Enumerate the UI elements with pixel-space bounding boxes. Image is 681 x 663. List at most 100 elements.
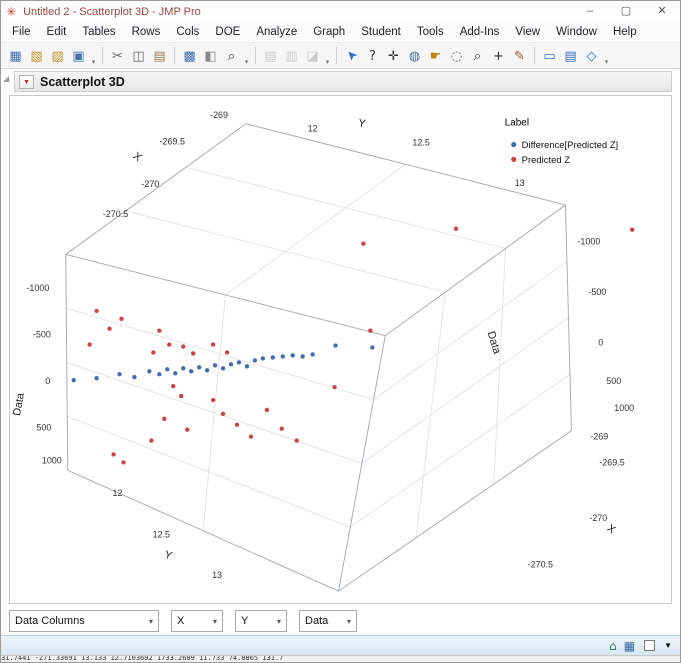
point-difference-predicted-z[interactable] — [370, 345, 375, 350]
point-predicted-z[interactable] — [107, 326, 112, 331]
point-difference-predicted-z[interactable] — [147, 369, 152, 374]
point-predicted-z[interactable] — [220, 411, 226, 417]
point-difference-predicted-z[interactable] — [260, 356, 266, 361]
menu-rows[interactable]: Rows — [124, 24, 169, 40]
point-predicted-z[interactable] — [234, 422, 240, 427]
point-difference-predicted-z[interactable] — [212, 363, 218, 368]
chart-button[interactable]: ◪ — [302, 45, 323, 66]
point-difference-predicted-z[interactable] — [280, 354, 285, 359]
point-predicted-z[interactable] — [279, 426, 284, 431]
window-shape-button[interactable]: ◇ — [581, 45, 602, 66]
window-list-button[interactable]: ▤ — [560, 45, 581, 66]
legend-marker-difference[interactable] — [511, 141, 517, 148]
menu-graph[interactable]: Graph — [305, 24, 353, 40]
lock-button[interactable]: ◧ — [200, 45, 221, 66]
save-button[interactable]: ▣ — [68, 45, 89, 66]
point-predicted-z[interactable] — [119, 316, 124, 321]
lasso-tool-button[interactable]: ◌ — [446, 45, 467, 66]
home-window-button[interactable]: ⌂ — [609, 639, 617, 653]
copy-button[interactable]: ◫ — [128, 45, 149, 66]
scatterplot-3d[interactable]: -269 -269.5 -270 -270.5 X 12 12.5 13 Y -… — [10, 96, 671, 603]
crosshair-tool-button[interactable]: + — [488, 45, 509, 66]
point-predicted-z[interactable] — [453, 226, 459, 231]
menu-analyze[interactable]: Analyze — [248, 24, 305, 40]
paste-special-button[interactable]: ▤ — [260, 45, 281, 66]
point-difference-predicted-z[interactable] — [173, 371, 178, 376]
point-predicted-z[interactable] — [181, 344, 186, 349]
menu-tools[interactable]: Tools — [409, 24, 452, 40]
point-difference-predicted-z[interactable] — [220, 366, 226, 371]
legend-marker-predicted[interactable] — [511, 156, 517, 162]
open-database-button[interactable]: ▨ — [47, 45, 68, 66]
point-predicted-z[interactable] — [162, 416, 167, 421]
point-predicted-z[interactable] — [248, 434, 254, 439]
menu-window[interactable]: Window — [548, 24, 605, 40]
menu-file[interactable]: File — [4, 24, 39, 40]
data-columns-dropdown[interactable]: Data Columns ▾ — [9, 610, 159, 632]
point-predicted-z[interactable] — [111, 452, 116, 457]
point-difference-predicted-z[interactable] — [228, 362, 234, 367]
menu-cols[interactable]: Cols — [168, 24, 207, 40]
point-predicted-z[interactable] — [224, 350, 230, 355]
point-difference-predicted-z[interactable] — [310, 352, 315, 357]
point-predicted-z[interactable] — [167, 342, 172, 347]
menu-help[interactable]: Help — [605, 24, 645, 40]
point-predicted-z[interactable] — [210, 342, 216, 347]
legend-entry-difference[interactable]: Difference[Predicted Z] — [522, 139, 618, 150]
new-data-table-button[interactable]: ▦ — [5, 45, 26, 66]
window-frame-button[interactable]: ▭ — [539, 45, 560, 66]
point-difference-predicted-z[interactable] — [290, 353, 295, 358]
point-predicted-z[interactable] — [149, 438, 154, 443]
data-table-window-button[interactable]: ▦ — [624, 639, 635, 653]
menu-view[interactable]: View — [507, 24, 548, 40]
grabber-tool-button[interactable]: ✛ — [383, 45, 404, 66]
point-difference-predicted-z[interactable] — [188, 369, 194, 374]
toolbar-overflow-chevron-icon[interactable]: ▾ — [602, 58, 611, 68]
point-difference-predicted-z[interactable] — [270, 355, 275, 360]
menu-edit[interactable]: Edit — [39, 24, 75, 40]
menu-add-ins[interactable]: Add-Ins — [452, 24, 508, 40]
point-difference-predicted-z[interactable] — [132, 375, 137, 380]
point-predicted-z[interactable] — [151, 350, 156, 355]
point-difference-predicted-z[interactable] — [94, 376, 99, 381]
annotate-tool-button[interactable]: ✎ — [509, 45, 530, 66]
point-difference-predicted-z[interactable] — [333, 343, 338, 348]
toolbar-overflow-chevron-icon[interactable]: ▾ — [242, 58, 251, 68]
point-difference-predicted-z[interactable] — [252, 358, 258, 363]
point-difference-predicted-z[interactable] — [117, 372, 122, 377]
minimize-button[interactable]: – — [572, 1, 608, 22]
magnifier-tool-button[interactable]: ⌕ — [467, 45, 488, 66]
point-predicted-z[interactable] — [157, 328, 162, 333]
point-predicted-z[interactable] — [264, 407, 270, 413]
open-file-button[interactable]: ▧ — [26, 45, 47, 66]
close-button[interactable]: ✕ — [644, 1, 680, 22]
point-difference-predicted-z[interactable] — [181, 366, 186, 371]
data-dropdown[interactable]: Data ▾ — [299, 610, 357, 632]
point-difference-predicted-z[interactable] — [165, 367, 170, 372]
column-info-button[interactable]: ▥ — [281, 45, 302, 66]
point-predicted-z[interactable] — [361, 241, 366, 246]
point-predicted-z[interactable] — [94, 308, 99, 314]
search-button[interactable]: ⌕ — [221, 45, 242, 66]
journal-button[interactable]: ▩ — [179, 45, 200, 66]
point-predicted-z[interactable] — [294, 438, 299, 443]
point-predicted-z[interactable] — [121, 460, 126, 465]
plot-area[interactable]: -269 -269.5 -270 -270.5 X 12 12.5 13 Y -… — [9, 95, 672, 604]
point-predicted-z[interactable] — [179, 393, 184, 399]
point-predicted-z[interactable] — [629, 227, 635, 232]
cut-button[interactable]: ✂ — [107, 45, 128, 66]
hand-tool-button[interactable]: ☛ — [425, 45, 446, 66]
status-checkbox[interactable] — [644, 640, 656, 651]
point-difference-predicted-z[interactable] — [204, 368, 210, 373]
menu-doe[interactable]: DOE — [207, 24, 248, 40]
point-predicted-z[interactable] — [185, 427, 190, 432]
point-predicted-z[interactable] — [210, 397, 216, 403]
menu-student[interactable]: Student — [353, 24, 409, 40]
toolbar-overflow-chevron-icon[interactable]: ▾ — [323, 58, 332, 68]
point-predicted-z[interactable] — [368, 328, 373, 333]
y-dropdown[interactable]: Y ▾ — [235, 610, 287, 632]
menu-tables[interactable]: Tables — [74, 24, 123, 40]
point-predicted-z[interactable] — [190, 351, 196, 356]
status-dropdown-caret-icon[interactable]: ▼ — [664, 641, 672, 650]
paste-button[interactable]: ▤ — [149, 45, 170, 66]
